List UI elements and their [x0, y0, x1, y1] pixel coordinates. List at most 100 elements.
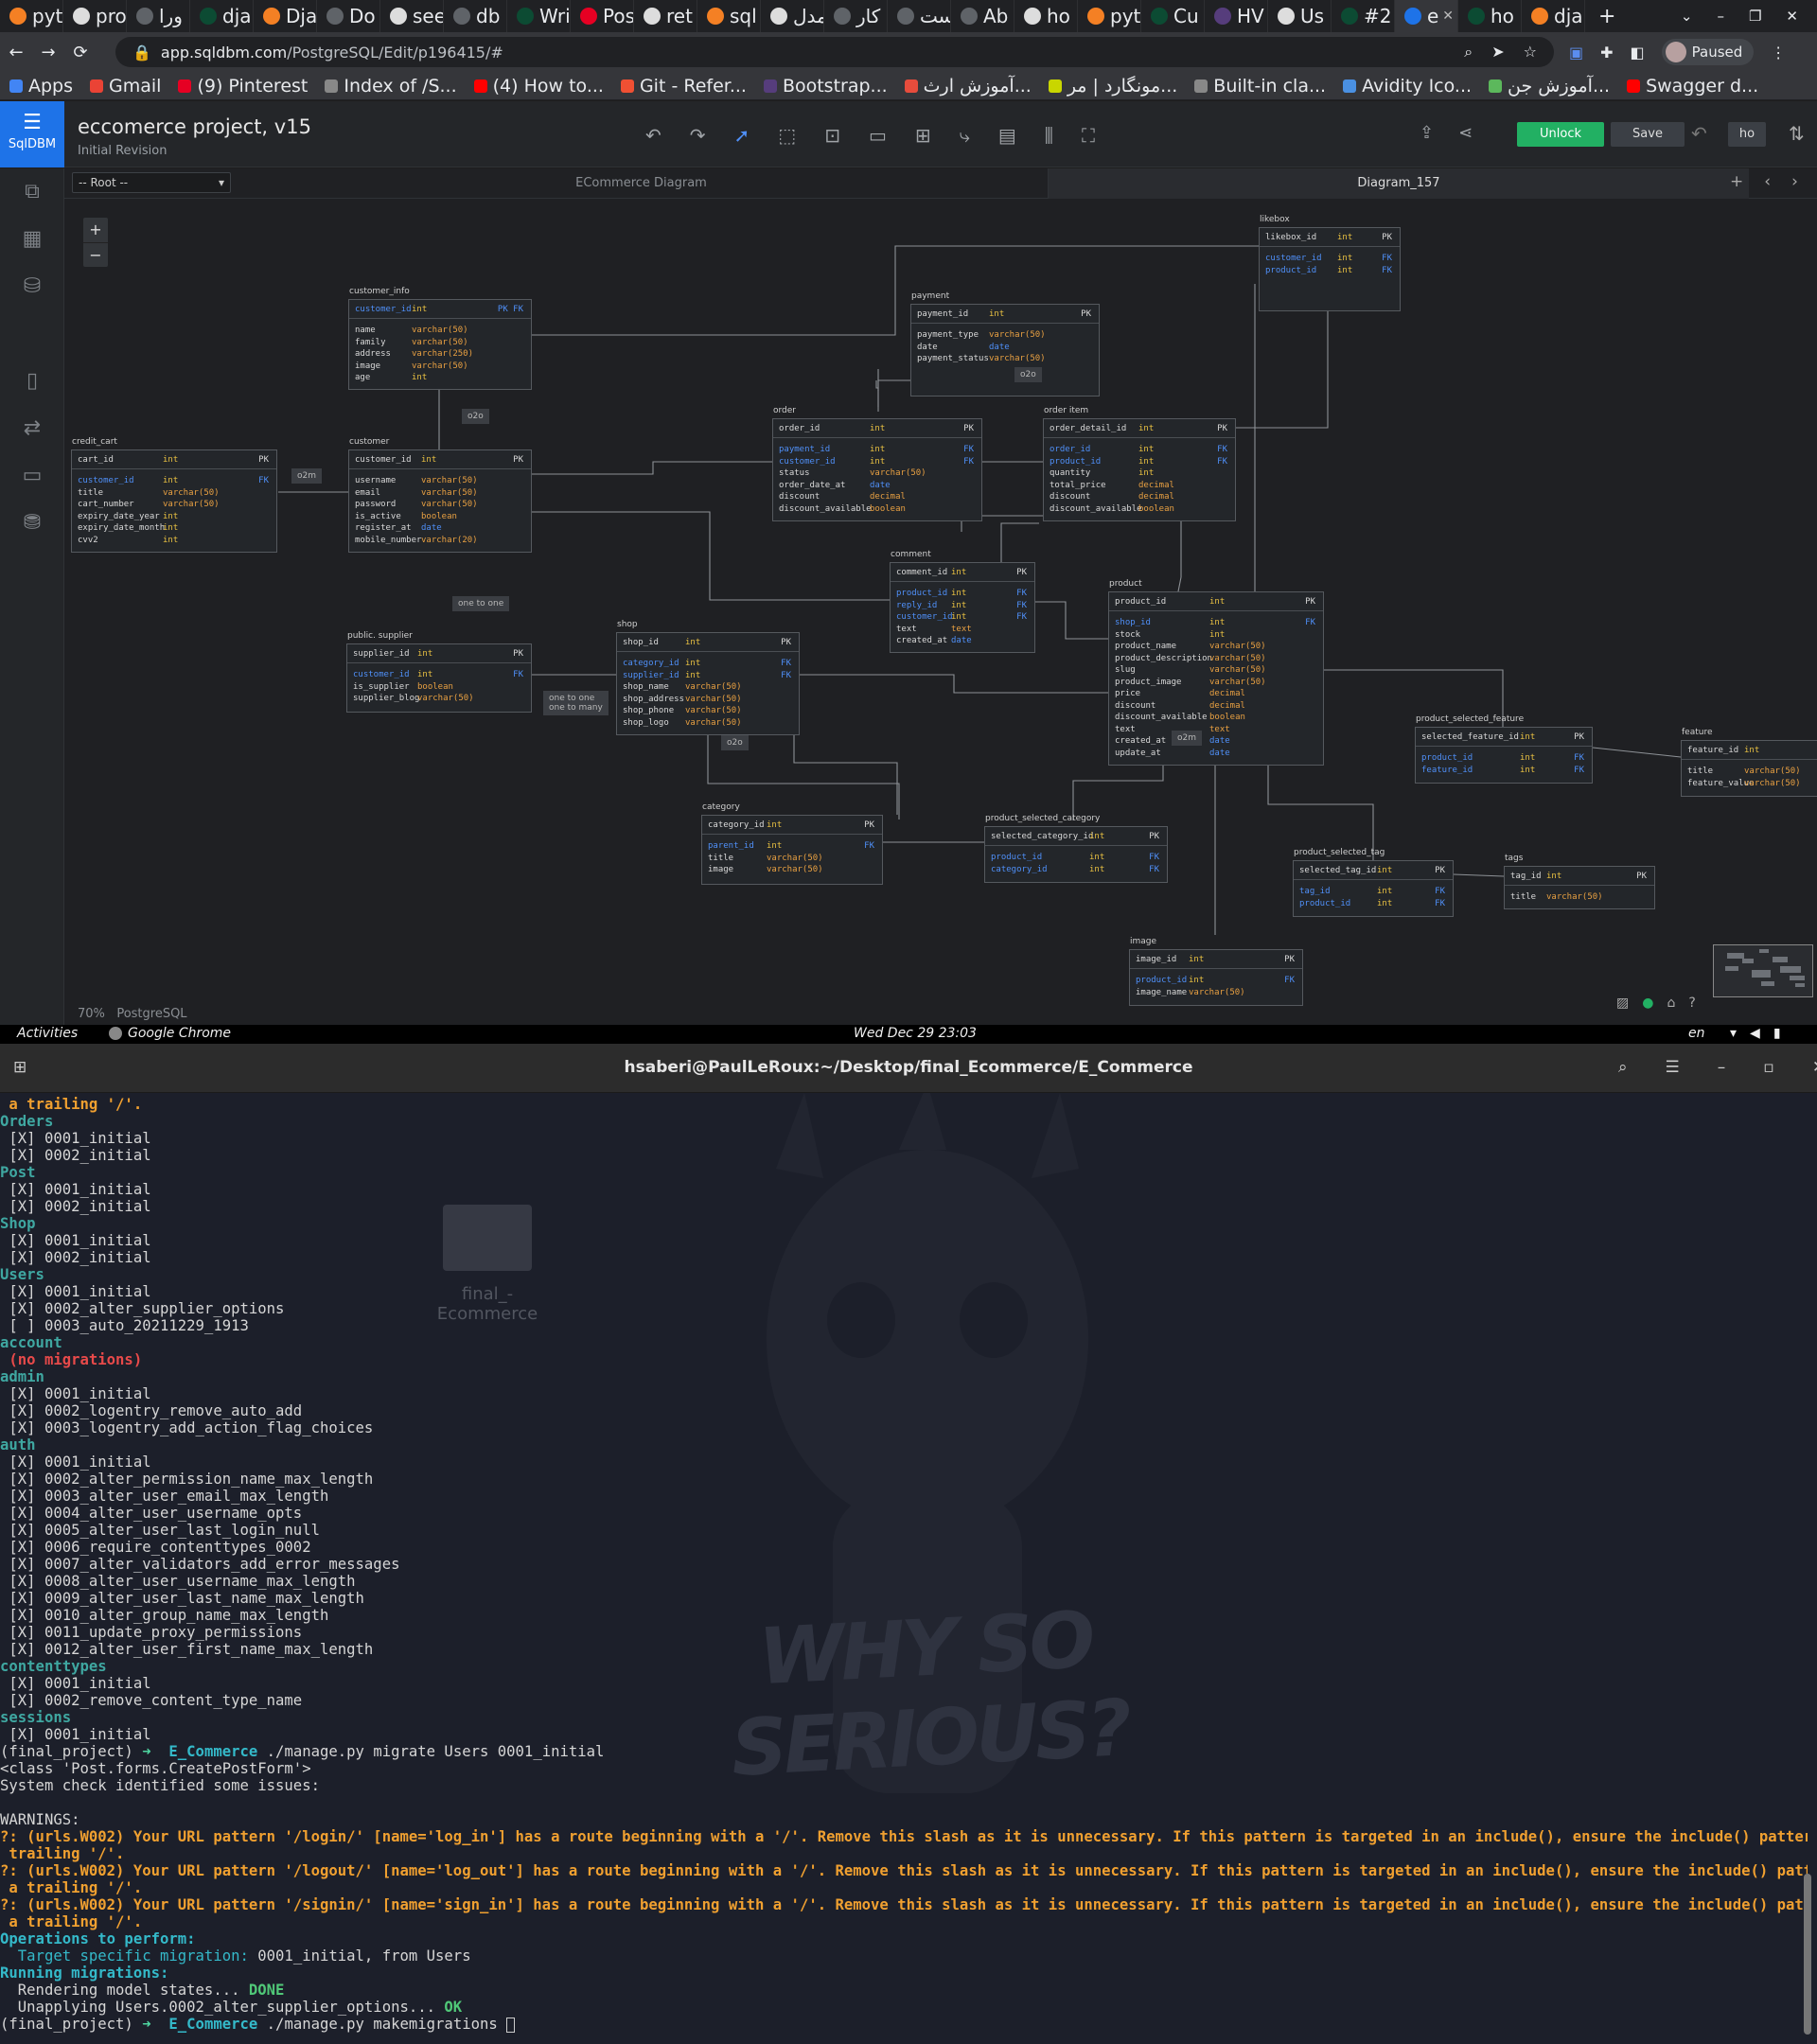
- entity-column[interactable]: created_at date: [891, 635, 1034, 647]
- pointer-icon[interactable]: ➚: [734, 124, 750, 147]
- browser-tab[interactable]: Pos: [571, 0, 634, 32]
- entity-column[interactable]: payment_id int FK: [773, 444, 981, 456]
- sqldbm-logo[interactable]: ☰ SqlDBM: [0, 101, 64, 167]
- entity-title[interactable]: payment: [911, 291, 949, 301]
- entity-column[interactable]: category_id int FK: [985, 864, 1167, 876]
- entity-table[interactable]: payment payment_id int PK payment_type varcha…: [910, 291, 1100, 396]
- entity-table[interactable]: credit_cart cart_id int PK customer_id int FK t…: [71, 437, 277, 553]
- entity-column[interactable]: title varchar(50): [702, 853, 882, 865]
- translate-icon[interactable]: ▣: [1569, 44, 1583, 62]
- entity-column[interactable]: discount decimal: [1109, 700, 1323, 713]
- entity-column[interactable]: product_id int FK: [891, 588, 1034, 600]
- entity-column[interactable]: tag_id int FK: [1294, 886, 1453, 898]
- entity-column[interactable]: is_active boolean: [349, 511, 531, 523]
- entity-title[interactable]: feature: [1682, 728, 1713, 737]
- bookmark-item[interactable]: (4) How to...: [473, 76, 604, 97]
- extensions-icon[interactable]: ✚: [1600, 44, 1613, 62]
- relationship-line[interactable]: [1035, 601, 1108, 640]
- bookmark-item[interactable]: Git - Refer...: [620, 76, 747, 97]
- entity-table[interactable]: product_selected_feature selected_feature…: [1415, 714, 1593, 784]
- entity-column[interactable]: discount_available boolean: [773, 503, 981, 516]
- browser-tab[interactable]: Dja: [254, 0, 317, 32]
- entity-column[interactable]: password varchar(50): [349, 499, 531, 511]
- add-tab-icon[interactable]: +: [1730, 172, 1743, 191]
- entity-column[interactable]: supplier_blog varchar(50): [347, 693, 531, 705]
- relationship-note[interactable]: o2m: [291, 468, 322, 484]
- entity-column[interactable]: supplier_id int PK: [347, 644, 531, 663]
- zoom-icon[interactable]: ⌕: [1464, 43, 1473, 62]
- tables-icon[interactable]: ▦: [0, 216, 64, 263]
- entity-column[interactable]: mobile_number varchar(20): [349, 535, 531, 547]
- entity-column[interactable]: discount_available boolean: [1044, 503, 1235, 516]
- relationship-note[interactable]: one to one one to many: [543, 691, 609, 715]
- compare-icon[interactable]: ⇄: [0, 405, 64, 452]
- entity-column[interactable]: comment_id int PK: [891, 563, 1034, 582]
- entity-table[interactable]: order item order_detail_id int PK order_id in…: [1043, 406, 1236, 521]
- relationship-line[interactable]: [793, 730, 898, 815]
- database-sync-icon[interactable]: ⛃: [0, 500, 64, 547]
- entity-column[interactable]: payment_id int PK: [911, 305, 1099, 324]
- entity-title[interactable]: customer_info: [349, 287, 410, 296]
- relationship-note[interactable]: o2o: [1014, 367, 1042, 382]
- relationship-note[interactable]: one to one: [452, 596, 510, 611]
- entity-title[interactable]: customer: [349, 437, 389, 447]
- entity-column[interactable]: feature_id int: [1682, 741, 1817, 760]
- entity-table[interactable]: shop shop_id int PK category_id int FK supplier…: [616, 620, 800, 735]
- relationship-line[interactable]: [800, 674, 1108, 694]
- terminal-body[interactable]: WHY SO SERIOUS? final_- Ecommerce a trai…: [0, 1093, 1817, 2044]
- maximize-icon[interactable]: ▫: [1763, 1058, 1774, 1077]
- entity-column[interactable]: title varchar(50): [1682, 766, 1817, 778]
- relationship-note[interactable]: o2o: [721, 735, 749, 750]
- entity-column[interactable]: customer_id int FK: [72, 475, 276, 487]
- entity-column[interactable]: image_id int PK: [1130, 950, 1302, 969]
- entity-column[interactable]: category_id int FK: [617, 658, 799, 670]
- tab-diagram-157[interactable]: Diagram_157: [1049, 168, 1749, 199]
- entity-column[interactable]: image_name varchar(50): [1130, 987, 1302, 999]
- relationship-line[interactable]: [532, 511, 890, 601]
- entity-column[interactable]: email varchar(50): [349, 487, 531, 500]
- entity-column[interactable]: image varchar(50): [702, 864, 882, 876]
- relation-icon[interactable]: ⤷: [960, 124, 970, 147]
- entity-column[interactable]: reply_id int FK: [891, 600, 1034, 612]
- entity-table[interactable]: product_selected_category selected_catego…: [984, 814, 1168, 883]
- minimize-icon[interactable]: –: [1717, 8, 1724, 25]
- entity-column[interactable]: product_description varchar(50): [1109, 653, 1323, 665]
- relationship-note[interactable]: o2m: [1172, 731, 1202, 746]
- bookmark-item[interactable]: (9) Pinterest: [178, 76, 308, 97]
- bookmark-item[interactable]: آموزش جن...: [1489, 76, 1610, 97]
- bookmark-item[interactable]: Index of /S...: [325, 76, 457, 97]
- search-icon[interactable]: ⌕: [1618, 1058, 1628, 1077]
- entity-column[interactable]: image varchar(50): [349, 361, 531, 373]
- entity-column[interactable]: price decimal: [1109, 688, 1323, 700]
- app-menu[interactable]: Google Chrome: [109, 1026, 231, 1041]
- entity-table[interactable]: category category_id int PK parent_id int FK ti…: [701, 802, 883, 885]
- entity-title[interactable]: public. supplier: [347, 631, 413, 641]
- entity-column[interactable]: product_id int FK: [1130, 975, 1302, 987]
- browser-tab[interactable]: HV: [1205, 0, 1268, 32]
- tab-next-icon[interactable]: ›: [1791, 172, 1798, 191]
- close-window-icon[interactable]: ✕: [1786, 8, 1798, 25]
- browser-tab[interactable]: pyt: [1078, 0, 1141, 32]
- restore-icon[interactable]: ❐: [1749, 8, 1761, 25]
- browser-tab[interactable]: ret: [634, 0, 697, 32]
- entity-column[interactable]: parent_id int FK: [702, 840, 882, 853]
- entity-column[interactable]: stock int: [1109, 629, 1323, 642]
- bookmark-star-icon[interactable]: ☆: [1524, 43, 1537, 62]
- entity-column[interactable]: is_supplier boolean: [347, 681, 531, 694]
- browser-tab[interactable]: pyt: [0, 0, 63, 32]
- entity-title[interactable]: product: [1109, 579, 1142, 589]
- entity-table[interactable]: customer_info customer_id int PK FK name varc…: [348, 287, 532, 390]
- entity-column[interactable]: shop_id int FK: [1109, 617, 1323, 629]
- image-icon[interactable]: ▨: [1616, 996, 1629, 1011]
- learn-icon[interactable]: ⌂: [1667, 996, 1675, 1011]
- entity-column[interactable]: customer_id int FK: [891, 611, 1034, 624]
- entity-column[interactable]: product_id int FK: [1044, 456, 1235, 468]
- layout-icon[interactable]: ⛶: [1082, 124, 1095, 147]
- revert-icon[interactable]: ↶: [1691, 122, 1707, 145]
- entity-column[interactable]: customer_id int FK: [1260, 253, 1400, 265]
- relationship-line[interactable]: [1000, 522, 1039, 562]
- entity-table[interactable]: customer customer_id int PK username varchar(…: [348, 437, 532, 553]
- entity-column[interactable]: register_at date: [349, 522, 531, 535]
- new-tab-button[interactable]: +: [1585, 5, 1629, 28]
- entity-column[interactable]: customer_id int FK: [773, 456, 981, 468]
